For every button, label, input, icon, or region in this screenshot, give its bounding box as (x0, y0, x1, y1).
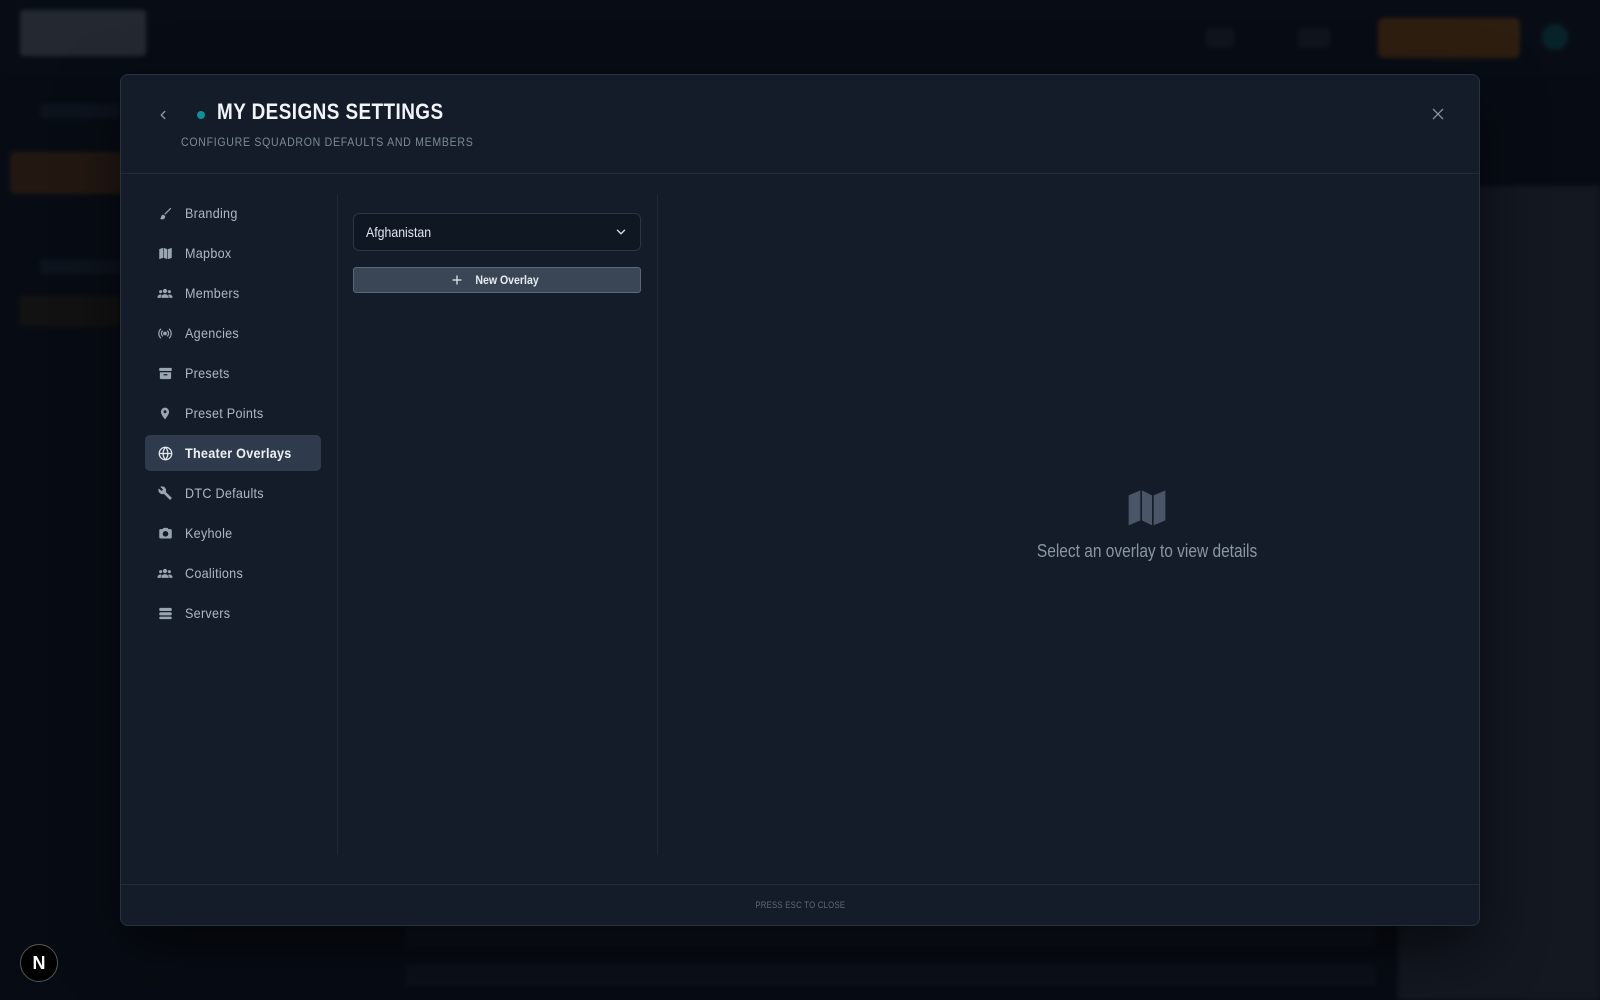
modal-title: MY DESIGNS SETTINGS (217, 99, 444, 124)
nav-item-presets[interactable]: Presets (145, 355, 321, 391)
nav-item-coalitions[interactable]: Coalitions (145, 555, 321, 591)
nav-item-label: Branding (185, 205, 238, 221)
nav-item-label: Theater Overlays (185, 445, 292, 461)
theater-select[interactable]: Afghanistan (353, 213, 641, 251)
empty-state-message: Select an overlay to view details (1036, 541, 1258, 561)
status-dot (197, 111, 205, 119)
broadcast-icon (157, 325, 173, 341)
nav-item-label: Presets (185, 365, 230, 381)
column-divider (657, 195, 658, 855)
theater-select-value: Afghanistan (366, 224, 432, 240)
users-icon (157, 285, 173, 301)
nav-item-label: Mapbox (185, 245, 232, 261)
nav-item-branding[interactable]: Branding (145, 195, 321, 231)
nav-item-members[interactable]: Members (145, 275, 321, 311)
modal-header: MY DESIGNS SETTINGS CONFIGURE SQUADRON D… (121, 75, 1479, 174)
brush-icon (157, 205, 173, 221)
nav-item-servers[interactable]: Servers (145, 595, 321, 631)
tools-icon (157, 485, 173, 501)
nav-item-mapbox[interactable]: Mapbox (145, 235, 321, 271)
chevron-down-icon (614, 225, 628, 239)
nav-item-label: Coalitions (185, 565, 244, 581)
app-badge[interactable]: N (20, 944, 58, 982)
users-icon (157, 565, 173, 581)
settings-modal: MY DESIGNS SETTINGS CONFIGURE SQUADRON D… (120, 74, 1480, 926)
nav-item-label: Agencies (185, 325, 239, 341)
modal-footer: PRESS ESC TO CLOSE (121, 884, 1479, 925)
column-divider (337, 195, 338, 855)
chevron-left-icon (160, 110, 166, 120)
back-button[interactable] (151, 103, 175, 127)
nav-item-label: Servers (185, 605, 231, 621)
nav-item-label: Members (185, 285, 240, 301)
overlay-detail-empty-state: Select an overlay to view details (957, 487, 1337, 562)
archive-icon (157, 365, 173, 381)
nav-item-label: Preset Points (185, 405, 264, 421)
new-overlay-label: New Overlay (475, 273, 539, 287)
close-icon (1432, 108, 1444, 120)
map-icon (157, 245, 173, 261)
map-icon (957, 487, 1337, 527)
nav-item-theater-overlays[interactable]: Theater Overlays (145, 435, 321, 471)
nav-item-agencies[interactable]: Agencies (145, 315, 321, 351)
footer-hint: PRESS ESC TO CLOSE (755, 900, 845, 910)
nav-item-label: Keyhole (185, 525, 233, 541)
globe-icon (157, 445, 173, 461)
new-overlay-button[interactable]: New Overlay (353, 267, 641, 293)
nav-item-keyhole[interactable]: Keyhole (145, 515, 321, 551)
database-icon (157, 605, 173, 621)
nav-item-dtc-defaults[interactable]: DTC Defaults (145, 475, 321, 511)
nav-item-preset-points[interactable]: Preset Points (145, 395, 321, 431)
camera-icon (157, 525, 173, 541)
settings-nav: Branding Mapbox Members Agencies Presets… (145, 195, 321, 635)
nav-item-label: DTC Defaults (185, 485, 264, 501)
location-pin-icon (157, 405, 173, 421)
plus-icon (451, 274, 463, 286)
overlay-list-column: Afghanistan New Overlay (353, 213, 641, 293)
close-button[interactable] (1425, 101, 1451, 127)
modal-subtitle: CONFIGURE SQUADRON DEFAULTS AND MEMBERS (181, 135, 474, 149)
